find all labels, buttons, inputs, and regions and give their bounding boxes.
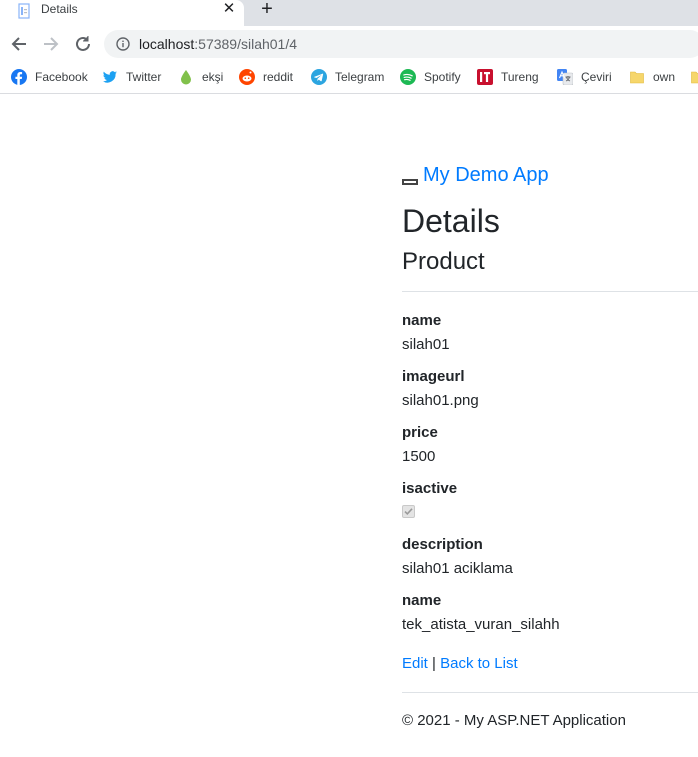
forward-arrow-icon[interactable]: [40, 33, 62, 55]
edit-link[interactable]: Edit: [402, 655, 428, 672]
bookmark-tureng[interactable]: Tureng: [477, 67, 539, 87]
field-value-price: 1500: [402, 448, 436, 465]
bookmark-facebook[interactable]: Facebook: [11, 67, 88, 87]
bookmark-twitter[interactable]: Twitter: [102, 67, 161, 87]
telegram-icon: [311, 69, 327, 85]
tab-title: Details: [41, 2, 78, 16]
bookmark-label: Facebook: [35, 70, 88, 84]
tureng-icon: [477, 69, 493, 85]
field-label-isactive: isactive: [402, 480, 458, 497]
bookmark-spotify[interactable]: Spotify: [400, 67, 461, 87]
url-host: localhost: [139, 36, 195, 52]
bookmarks-bar: Facebook Twitter ekşi reddit Telegram Sp…: [0, 62, 698, 94]
bookmark-label: Tureng: [501, 70, 539, 84]
bookmark-folder-overflow[interactable]: [690, 67, 698, 87]
bookmark-label: Çeviri: [581, 70, 612, 84]
field-label-name: name: [402, 312, 442, 329]
field-value-name-2: tek_atista_vuran_silahh: [402, 616, 560, 633]
browser-toolbar: localhost:57389/silah01/4: [0, 26, 698, 62]
back-arrow-icon[interactable]: [8, 33, 30, 55]
brand-text: My Demo App: [423, 164, 549, 186]
bookmark-label: own: [653, 70, 676, 84]
footer-divider: [402, 692, 698, 693]
twitter-icon: [102, 69, 118, 85]
bookmark-reddit[interactable]: reddit: [239, 67, 293, 87]
field-value-imageurl: silah01.png: [402, 392, 479, 409]
back-to-list-link[interactable]: Back to List: [440, 655, 518, 672]
field-value-name: silah01: [402, 336, 450, 353]
page-title: Details: [402, 203, 500, 239]
footer-text: © 2021 - My ASP.NET Application: [402, 712, 626, 729]
page-favicon-icon: [16, 3, 32, 19]
address-bar[interactable]: localhost:57389/silah01/4: [104, 30, 698, 58]
translate-icon: [557, 69, 574, 86]
field-label-imageurl: imageurl: [402, 368, 465, 385]
eksi-icon: [178, 69, 194, 85]
bookmark-folder-own[interactable]: own: [629, 67, 675, 87]
folder-icon: [690, 69, 698, 85]
bookmark-ceviri[interactable]: Çeviri: [557, 67, 612, 87]
bookmark-label: Spotify: [424, 70, 461, 84]
bookmark-label: Telegram: [335, 70, 385, 84]
bookmark-label: Twitter: [126, 70, 162, 84]
facebook-icon: [11, 69, 27, 85]
new-tab-icon[interactable]: +: [258, 0, 276, 19]
url-text: localhost:57389/silah01/4: [139, 36, 297, 52]
field-label-price: price: [402, 424, 438, 441]
page-subtitle: Product: [402, 248, 485, 275]
field-label-description: description: [402, 536, 483, 553]
reddit-icon: [239, 69, 255, 85]
page-content: My Demo App Details Product name silah01…: [402, 95, 698, 757]
action-links: Edit | Back to List: [402, 654, 518, 674]
link-separator: |: [432, 655, 436, 672]
isactive-checkbox: [402, 505, 415, 518]
bookmark-label: reddit: [263, 70, 294, 84]
close-icon[interactable]: ✕: [221, 1, 237, 17]
bookmark-telegram[interactable]: Telegram: [311, 67, 384, 87]
bookmark-eksi[interactable]: ekşi: [178, 67, 223, 87]
info-icon[interactable]: [116, 37, 130, 51]
field-value-description: silah01 aciklama: [402, 560, 513, 577]
browser-tab[interactable]: Details ✕: [0, 0, 244, 26]
tab-strip: Details ✕ +: [0, 0, 698, 26]
folder-icon: [629, 69, 645, 85]
url-path: :57389/silah01/4: [194, 36, 298, 52]
broken-image-icon: [402, 179, 418, 185]
bookmark-label: ekşi: [202, 70, 224, 84]
navbar-brand[interactable]: My Demo App: [402, 163, 549, 187]
divider: [402, 291, 698, 292]
spotify-icon: [400, 69, 416, 85]
reload-icon[interactable]: [72, 33, 94, 55]
field-label-name-2: name: [402, 592, 442, 609]
